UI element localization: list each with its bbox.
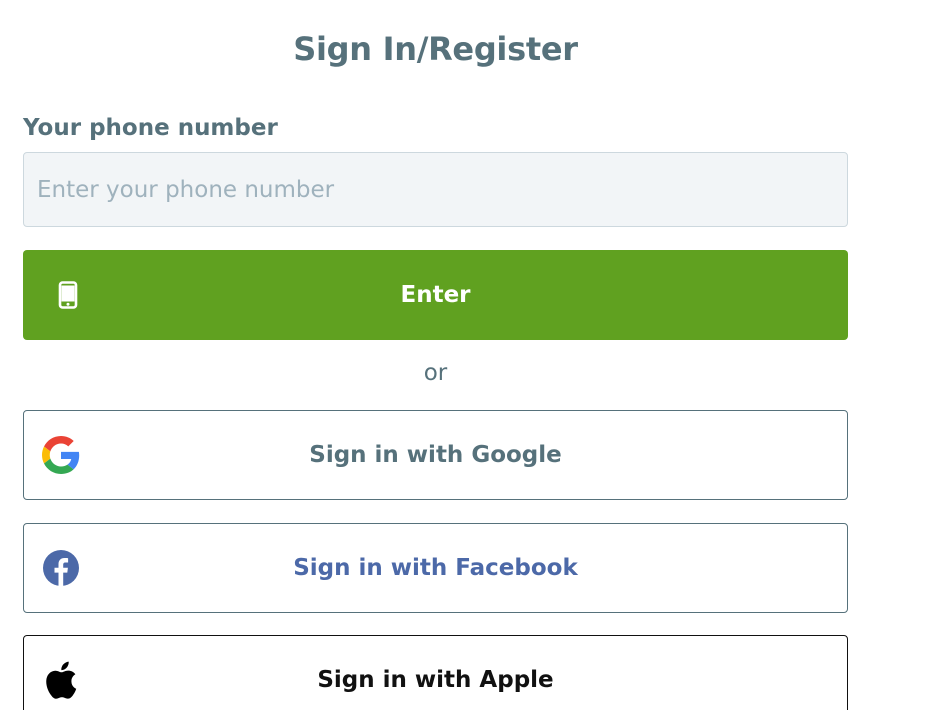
apple-sign-in-button[interactable]: Sign in with Apple	[23, 635, 848, 710]
apple-sign-in-label: Sign in with Apple	[317, 667, 554, 693]
facebook-sign-in-label: Sign in with Facebook	[293, 555, 578, 581]
mobile-phone-icon	[49, 276, 87, 314]
enter-button[interactable]: Enter	[23, 250, 848, 340]
sign-in-page: Sign In/Register Your phone number Enter…	[0, 0, 944, 710]
facebook-icon	[42, 549, 80, 587]
enter-button-label: Enter	[400, 282, 471, 308]
facebook-sign-in-button[interactable]: Sign in with Facebook	[23, 523, 848, 613]
google-icon	[42, 436, 80, 474]
phone-number-input[interactable]	[23, 152, 848, 227]
google-sign-in-button[interactable]: Sign in with Google	[23, 410, 848, 500]
google-sign-in-label: Sign in with Google	[309, 442, 562, 468]
phone-number-label: Your phone number	[23, 115, 278, 141]
apple-icon	[42, 661, 80, 699]
or-divider: or	[423, 360, 448, 386]
page-title: Sign In/Register	[293, 30, 578, 68]
